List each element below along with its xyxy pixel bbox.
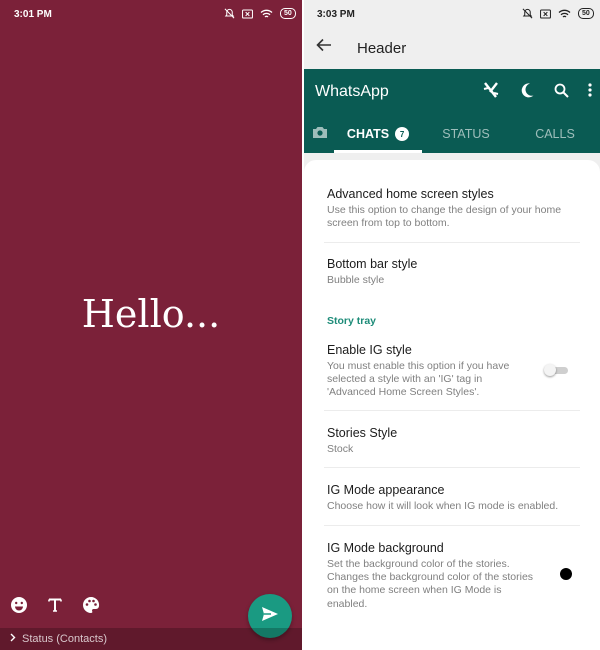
- settings-screen: 3:03 PM 50 Header WhatsApp CHATS 7 STATU…: [304, 0, 600, 650]
- settings-header: Header: [304, 28, 600, 69]
- setting-ig-mode-background[interactable]: IG Mode background Set the background co…: [327, 541, 537, 611]
- camera-icon[interactable]: [312, 125, 328, 144]
- divider: [324, 525, 580, 526]
- setting-subtitle: Choose how it will look when IG mode is …: [327, 500, 559, 512]
- status-audience-bar[interactable]: Status (Contacts): [0, 628, 302, 650]
- arrow-left-icon[interactable]: [316, 38, 332, 57]
- send-icon: [261, 606, 279, 627]
- setting-enable-ig-style[interactable]: Enable IG style You must enable this opt…: [327, 343, 517, 400]
- status-composer-screen: 3:01 PM 50 Hello... Status (Contacts): [0, 0, 302, 650]
- tab-label: CALLS: [535, 127, 575, 141]
- ig-style-toggle[interactable]: [544, 364, 568, 376]
- emoji-icon[interactable]: [10, 596, 28, 619]
- setting-bottom-bar-style[interactable]: Bottom bar style Bubble style: [327, 257, 577, 287]
- composer-tools: [10, 596, 100, 619]
- setting-ig-mode-appearance[interactable]: IG Mode appearance Choose how it will lo…: [327, 483, 577, 513]
- moon-icon[interactable]: [519, 82, 535, 103]
- section-header-story-tray: Story tray: [327, 315, 377, 327]
- wifi-icon: [558, 9, 571, 19]
- status-bar: 3:01 PM 50: [0, 0, 302, 28]
- crossed-arrows-icon[interactable]: [482, 81, 500, 104]
- color-swatch[interactable]: [560, 568, 572, 580]
- tab-status[interactable]: STATUS: [422, 124, 510, 153]
- page-title: Header: [357, 40, 407, 57]
- bell-off-icon: [224, 8, 235, 19]
- toolbar-icons: [482, 81, 592, 104]
- battery-indicator: 50: [280, 8, 296, 19]
- sim-x-icon: [540, 8, 551, 19]
- tab-calls[interactable]: CALLS: [510, 124, 600, 153]
- status-icons: 50: [224, 8, 296, 19]
- setting-subtitle: You must enable this option if you have …: [327, 360, 510, 399]
- setting-title: IG Mode appearance: [327, 483, 445, 497]
- setting-title: IG Mode background: [327, 541, 444, 555]
- clock: 3:03 PM: [317, 9, 355, 20]
- whatsapp-preview-bar: WhatsApp CHATS 7 STATUS CALLS: [304, 69, 600, 153]
- wifi-icon: [260, 9, 273, 19]
- tab-label: CHATS: [346, 127, 390, 141]
- status-icons: 50: [522, 8, 594, 19]
- setting-stories-style[interactable]: Stories Style Stock: [327, 426, 577, 456]
- tab-label: STATUS: [442, 127, 490, 141]
- unread-badge: 7: [395, 127, 410, 141]
- setting-subtitle: Bubble style: [327, 274, 385, 286]
- setting-title: Advanced home screen styles: [327, 187, 494, 201]
- palette-icon[interactable]: [82, 596, 100, 619]
- toggle-knob: [544, 364, 556, 376]
- settings-card: Advanced home screen styles Use this opt…: [304, 160, 600, 650]
- tab-bar: CHATS 7 STATUS CALLS: [304, 121, 600, 153]
- status-bar: 3:03 PM 50: [304, 0, 600, 28]
- setting-subtitle: Stock: [327, 443, 354, 455]
- status-text[interactable]: Hello...: [0, 292, 302, 336]
- clock: 3:01 PM: [14, 9, 52, 20]
- setting-title: Stories Style: [327, 426, 398, 440]
- setting-subtitle: Use this option to change the design of …: [327, 204, 562, 230]
- divider: [324, 410, 580, 411]
- divider: [324, 242, 580, 243]
- setting-title: Enable IG style: [327, 343, 412, 357]
- search-icon[interactable]: [554, 83, 569, 103]
- setting-title: Bottom bar style: [327, 257, 418, 271]
- setting-subtitle: Set the background color of the stories.…: [327, 558, 534, 610]
- tab-chats[interactable]: CHATS 7: [334, 124, 422, 153]
- divider: [324, 467, 580, 468]
- status-audience-label: Status (Contacts): [22, 633, 107, 645]
- more-vert-icon[interactable]: [588, 83, 592, 102]
- app-title: WhatsApp: [315, 83, 389, 100]
- text-icon[interactable]: [47, 597, 63, 618]
- sim-x-icon: [242, 8, 253, 19]
- battery-indicator: 50: [578, 8, 594, 19]
- setting-advanced-home-styles[interactable]: Advanced home screen styles Use this opt…: [327, 187, 577, 230]
- bell-off-icon: [522, 8, 533, 19]
- chevron-right-icon: [10, 633, 16, 645]
